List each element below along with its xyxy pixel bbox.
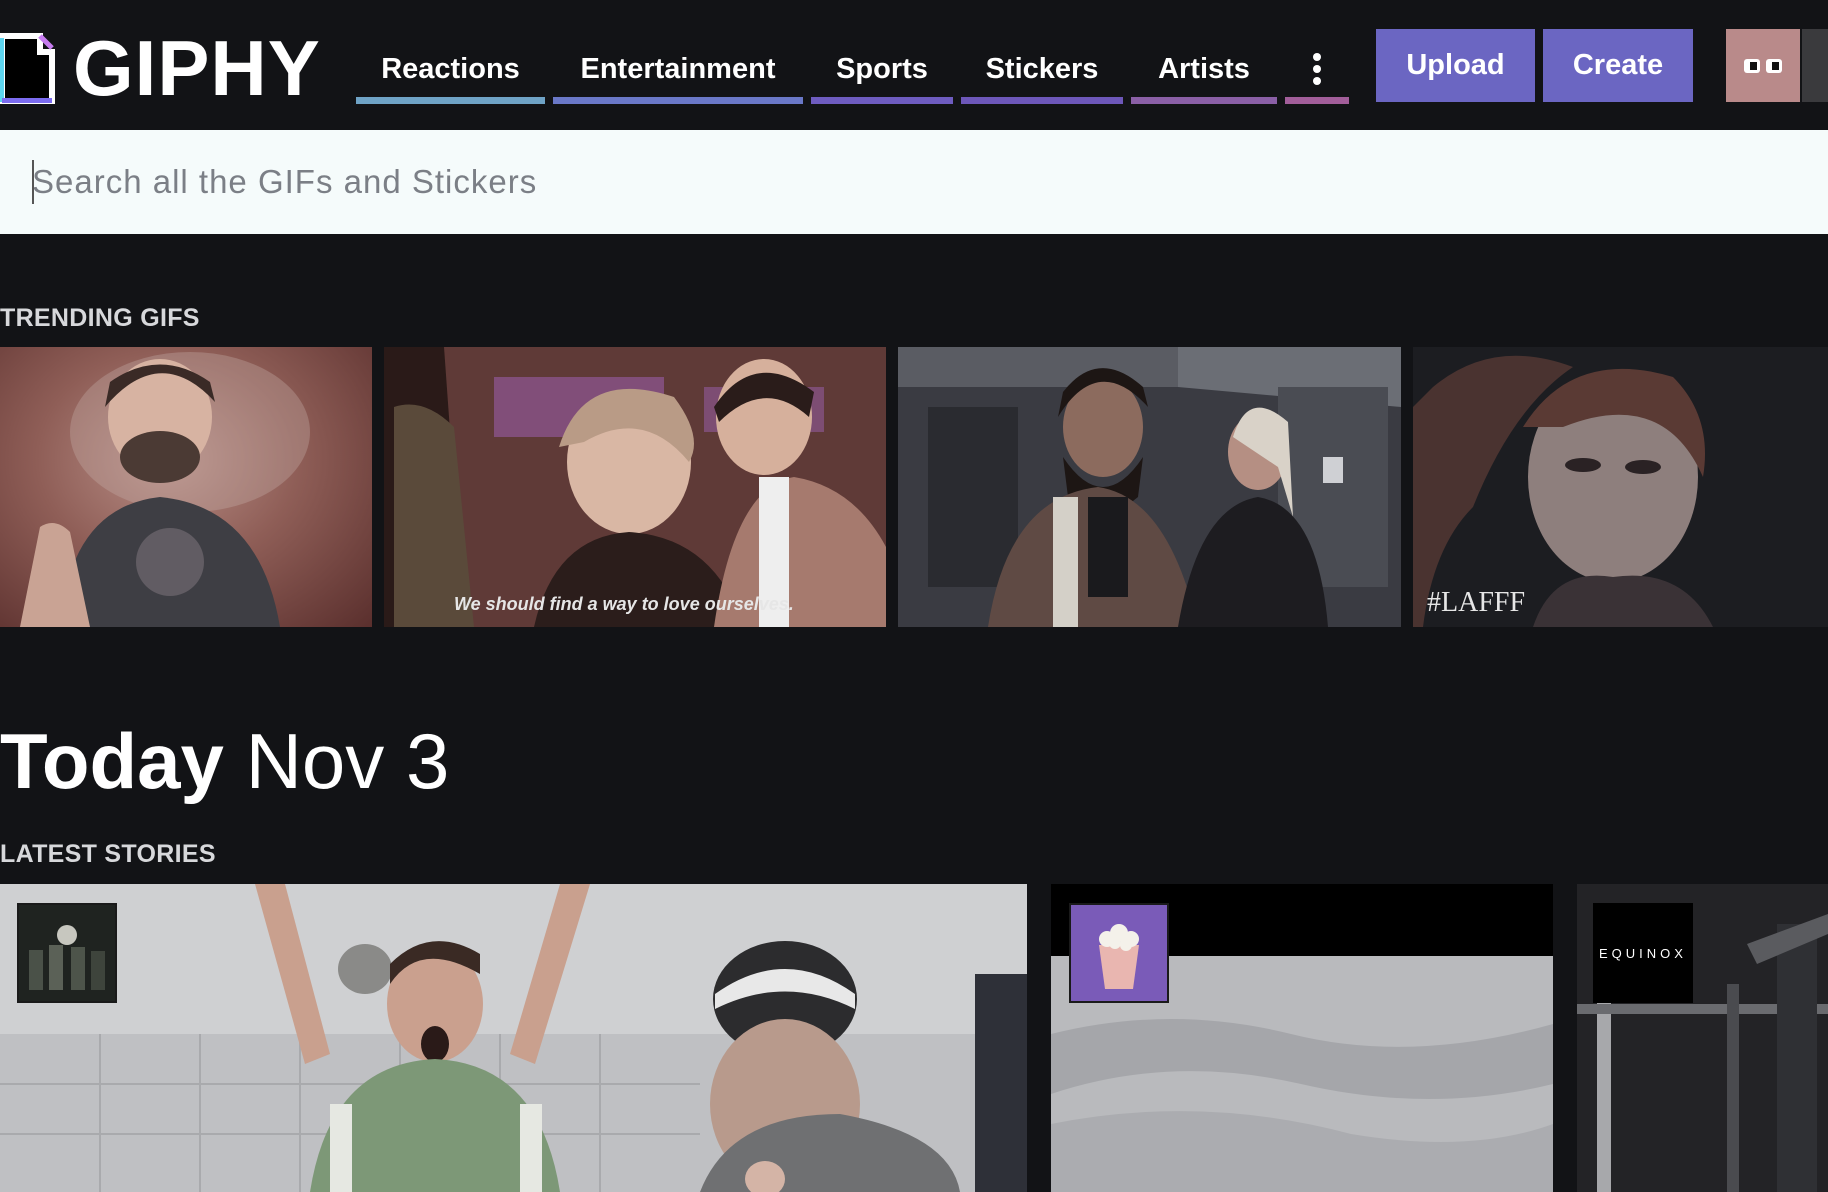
text-caret [32,160,34,204]
trending-gifs-label: TRENDING GIFS [0,304,200,332]
nav-label: Entertainment [580,52,776,85]
nav-item-entertainment[interactable]: Entertainment [553,34,803,104]
site-header: GIPHY Reactions Entertainment Sports Sti… [0,0,1828,130]
nav-item-reactions[interactable]: Reactions [356,34,545,104]
gif-image [898,347,1401,627]
trending-gif-2[interactable]: We should find a way to love ourselves. [384,347,886,627]
more-vertical-icon [1313,53,1321,85]
search-bar [0,130,1828,234]
story-thumbnail: EQUINOX [1593,903,1693,1003]
nav-item-stickers[interactable]: Stickers [961,34,1123,104]
upload-label: Upload [1406,49,1505,81]
create-label: Create [1572,49,1664,81]
gif-caption: We should find a way to love ourselves. [454,594,794,614]
create-button[interactable]: Create [1543,29,1693,102]
nav-item-artists[interactable]: Artists [1131,34,1277,104]
nav-underline [811,97,953,104]
gif-caption: #LAFFF [1427,587,1526,618]
trending-gif-1[interactable] [0,347,372,627]
story-card-3[interactable]: EQUINOX [1577,884,1828,1192]
today-word: Today [0,717,224,805]
nav-underline [961,97,1123,104]
gif-image [384,347,886,627]
nav-label: Sports [836,52,928,85]
header-edge [1802,29,1828,102]
nav-more-button[interactable] [1285,34,1349,104]
story-thumbnail [17,903,117,1003]
story-card-2[interactable] [1051,884,1553,1192]
gif-image [20,352,310,627]
trending-gif-3[interactable] [898,347,1401,627]
gif-image [1413,347,1828,627]
nav-label: Reactions [381,52,520,85]
nav-underline [1285,97,1349,104]
today-date: Nov 3 [245,717,450,805]
giphy-logo-icon [0,32,55,105]
nav-underline [356,97,545,104]
giphy-logo[interactable]: GIPHY [0,23,321,112]
user-avatar-button[interactable] [1726,29,1800,102]
trending-gif-4[interactable]: #LAFFF [1413,347,1828,627]
equinox-logo: EQUINOX [1599,945,1687,961]
logo-text: GIPHY [73,23,321,112]
latest-stories-label: LATEST STORIES [0,840,216,868]
search-input[interactable] [30,152,1730,212]
upload-button[interactable]: Upload [1376,29,1535,102]
story-image [0,884,1027,1192]
nav-underline [1131,97,1277,104]
nav-label: Artists [1158,52,1250,85]
story-card-1[interactable] [0,884,1027,1192]
googly-eyes-icon [1744,58,1782,73]
today-heading: Today Nov 3 [0,722,449,800]
main-nav: Reactions Entertainment Sports Stickers … [356,34,1349,104]
story-thumbnail [1069,903,1169,1003]
nav-item-sports[interactable]: Sports [811,34,953,104]
popcorn-icon [1071,905,1167,1001]
nav-label: Stickers [985,52,1099,85]
nav-underline [553,97,803,104]
